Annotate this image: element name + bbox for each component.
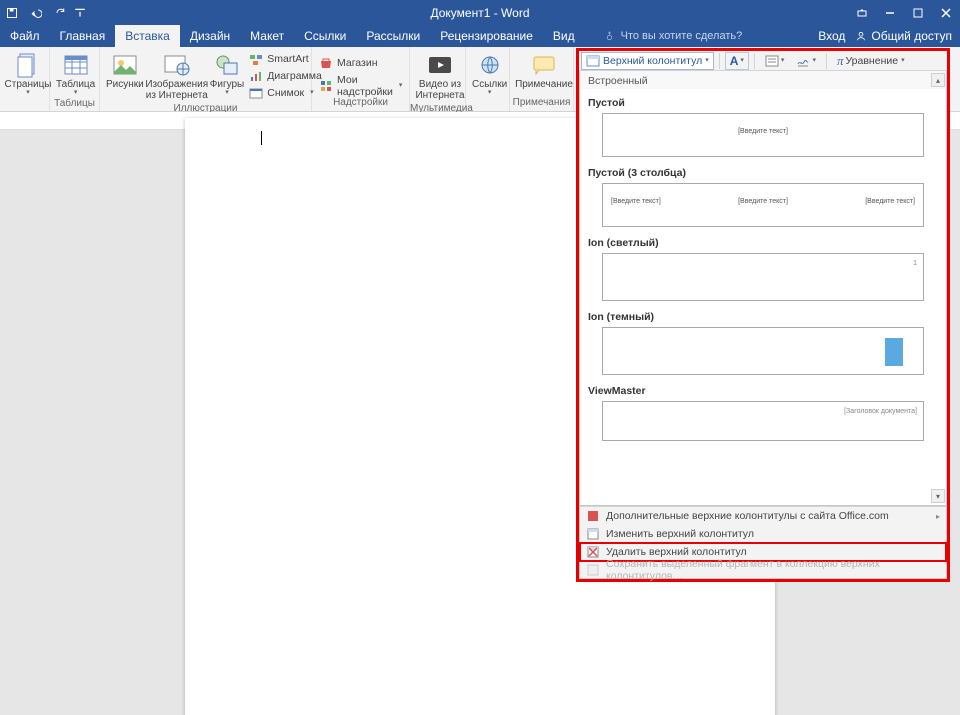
window-controls — [848, 0, 960, 25]
more-headers-office-button[interactable]: Дополнительные верхние колонтитулы с сай… — [580, 507, 946, 525]
close-button[interactable] — [932, 0, 960, 25]
tmpl-ion-dark-label: Ion (темный) — [580, 303, 946, 325]
quick-parts-button[interactable]: ▾ — [760, 52, 790, 70]
equation-button[interactable]: πУравнение▾ — [832, 52, 910, 70]
group-comments: Примечание Примечания — [510, 47, 574, 111]
tab-review[interactable]: Рецензирование — [430, 25, 543, 47]
online-pictures-button[interactable]: Изображения из Интернета — [146, 49, 208, 103]
text-cursor — [261, 131, 262, 145]
account-area: Вход Общий доступ — [818, 25, 960, 47]
gallery-category-builtin: Встроенный — [580, 71, 946, 89]
tmpl-viewmaster-label: ViewMaster — [580, 377, 946, 399]
tab-design[interactable]: Дизайн — [180, 25, 240, 47]
tab-home[interactable]: Главная — [50, 25, 116, 47]
tmpl-ion-light[interactable]: 1 — [602, 253, 924, 301]
online-video-button[interactable]: Видео из Интернета — [414, 49, 466, 103]
chevron-right-icon: ▸ — [936, 512, 940, 521]
gallery-scroll-down[interactable]: ▾ — [931, 489, 945, 503]
tmpl-viewmaster[interactable]: [Заголовок документа] — [602, 401, 924, 441]
ribbon-tabs: Файл Главная Вставка Дизайн Макет Ссылки… — [0, 25, 960, 47]
tell-me-search[interactable]: Что вы хотите сделать? — [585, 25, 819, 47]
header-templates-gallery[interactable]: ▴ ▾ Встроенный Пустой [Введите текст] Пу… — [579, 71, 947, 506]
screenshot-button[interactable]: Снимок▾ — [249, 85, 322, 101]
group-links: Ссылки▾ — [466, 47, 510, 111]
tab-view[interactable]: Вид — [543, 25, 585, 47]
office-icon — [586, 509, 600, 523]
gallery-footer-menu: Дополнительные верхние колонтитулы с сай… — [579, 506, 947, 579]
tab-mailings[interactable]: Рассылки — [356, 25, 430, 47]
my-addins-button[interactable]: Мои надстройки▾ — [319, 78, 402, 94]
redo-button[interactable] — [48, 0, 72, 25]
group-pages: Страницы▾ — [0, 47, 50, 111]
header-button[interactable]: Верхний колонтитул ▾ — [581, 52, 714, 70]
sign-in-link[interactable]: Вход — [818, 29, 845, 43]
pictures-button[interactable]: Рисунки — [104, 49, 146, 92]
group-media: Видео из Интернета Мультимедиа — [410, 47, 466, 111]
save-gallery-icon — [586, 563, 600, 577]
header-gallery-panel: Верхний колонтитул ▾ A ▾ ▾ ▾ πУравнение▾… — [579, 51, 947, 579]
edit-header-button[interactable]: Изменить верхний колонтитул — [580, 525, 946, 543]
tell-me-placeholder: Что вы хотите сделать? — [621, 30, 743, 42]
tmpl-blank3-label: Пустой (3 столбца) — [580, 159, 946, 181]
tmpl-ion-dark[interactable] — [602, 327, 924, 375]
chart-button[interactable]: Диаграмма — [249, 68, 322, 84]
signature-line-button[interactable]: ▾ — [791, 52, 821, 70]
share-button[interactable]: Общий доступ — [855, 29, 952, 43]
tmpl-blank[interactable]: [Введите текст] — [602, 113, 924, 157]
tmpl-blank-label: Пустой — [580, 89, 946, 111]
tab-insert[interactable]: Вставка — [115, 25, 180, 47]
smartart-button[interactable]: SmartArt — [249, 51, 322, 67]
ribbon-display-options-button[interactable] — [848, 0, 876, 25]
undo-button[interactable] — [24, 0, 48, 25]
tab-file[interactable]: Файл — [0, 25, 50, 47]
group-illustrations: Рисунки Изображения из Интернета Фигуры▾… — [100, 47, 312, 111]
tab-references[interactable]: Ссылки — [294, 25, 356, 47]
edit-header-icon — [586, 527, 600, 541]
textbox-button[interactable]: A ▾ — [725, 52, 749, 70]
group-addins: Магазин Мои надстройки▾ Надстройки — [312, 47, 410, 111]
qat-customize-button[interactable] — [72, 0, 88, 25]
save-button[interactable] — [0, 0, 24, 25]
shapes-button[interactable]: Фигуры▾ — [208, 49, 246, 98]
minimize-button[interactable] — [876, 0, 904, 25]
gallery-scroll-up[interactable]: ▴ — [931, 73, 945, 87]
table-button[interactable]: Таблица▾ — [54, 49, 97, 98]
title-bar: Документ1 - Word — [0, 0, 960, 25]
ribbon-header-row: Верхний колонтитул ▾ A ▾ ▾ ▾ πУравнение▾ — [579, 51, 947, 71]
links-button[interactable]: Ссылки▾ — [470, 49, 509, 98]
pages-button[interactable]: Страницы▾ — [4, 49, 52, 98]
maximize-button[interactable] — [904, 0, 932, 25]
comment-button[interactable]: Примечание — [514, 49, 574, 92]
tab-layout[interactable]: Макет — [240, 25, 294, 47]
quick-access-toolbar — [0, 0, 88, 25]
remove-header-icon — [586, 545, 600, 559]
window-title: Документ1 - Word — [430, 6, 529, 20]
group-tables: Таблица▾ Таблицы — [50, 47, 100, 111]
store-button[interactable]: Магазин — [319, 55, 402, 71]
tmpl-ion-light-label: Ion (светлый) — [580, 229, 946, 251]
highlight-annotation: Верхний колонтитул ▾ A ▾ ▾ ▾ πУравнение▾… — [576, 48, 950, 582]
tmpl-blank-3col[interactable]: [Введите текст] [Введите текст] [Введите… — [602, 183, 924, 227]
save-selection-to-gallery-button: Сохранить выделенный фрагмент в коллекци… — [580, 561, 946, 579]
share-label: Общий доступ — [871, 29, 952, 43]
